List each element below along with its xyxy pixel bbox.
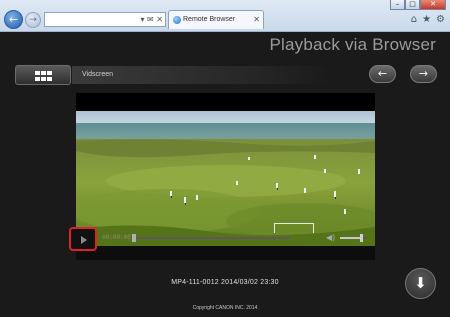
window-controls: – □ ✕ bbox=[390, 0, 446, 10]
copyright: Copyright CANON INC. 2014 bbox=[192, 305, 258, 311]
minimize-button[interactable]: – bbox=[390, 0, 405, 10]
page-title: Playback via Browser bbox=[269, 35, 436, 54]
volume-handle[interactable] bbox=[360, 234, 364, 242]
browser-tab[interactable]: Remote Browser ✕ bbox=[168, 10, 264, 29]
current-file-label: Vidscreen bbox=[72, 66, 332, 84]
maximize-button[interactable]: □ bbox=[405, 0, 420, 10]
back-arrow-icon[interactable]: ← bbox=[4, 10, 23, 29]
download-button[interactable]: ⬇ bbox=[405, 268, 436, 299]
play-button[interactable] bbox=[69, 227, 97, 251]
file-info: MP4-111-0012 2014/03/02 23:30 bbox=[171, 279, 279, 286]
favorites-star-icon[interactable]: ★ bbox=[422, 15, 431, 25]
golf-course-scene bbox=[76, 111, 375, 246]
seek-handle[interactable] bbox=[132, 234, 136, 242]
tab-close-icon[interactable]: ✕ bbox=[253, 11, 260, 29]
address-tools-icon[interactable]: ▾ ✉ ✕ bbox=[140, 13, 163, 26]
settings-gear-icon[interactable]: ⚙ bbox=[436, 15, 445, 25]
video-frame[interactable] bbox=[76, 111, 375, 246]
play-icon bbox=[81, 236, 87, 244]
volume-fill bbox=[340, 237, 363, 239]
seek-bar[interactable] bbox=[132, 234, 290, 242]
previous-file-button[interactable]: ← bbox=[369, 65, 396, 83]
address-bar[interactable]: ▾ ✉ ✕ bbox=[44, 12, 166, 27]
timecode: 00:00:00 bbox=[102, 234, 131, 241]
ie-page-icon bbox=[173, 16, 181, 24]
browser-chrome: – □ ✕ ← → ▾ ✉ ✕ Remote Browser ✕ ⌂ ★ ⚙ bbox=[0, 0, 450, 32]
close-window-button[interactable]: ✕ bbox=[420, 0, 446, 10]
volume-icon[interactable]: ◀) bbox=[326, 233, 335, 242]
browser-toolbar-icons: ⌂ ★ ⚙ bbox=[411, 15, 445, 25]
player-controls: 00:00:00 ◀) bbox=[69, 227, 375, 260]
tab-title: Remote Browser bbox=[183, 16, 236, 23]
video-player: 00:00:00 ◀) bbox=[69, 93, 375, 260]
home-icon[interactable]: ⌂ bbox=[411, 15, 417, 25]
navigation-row: Vidscreen ← → bbox=[0, 62, 450, 88]
index-grid-button[interactable] bbox=[15, 65, 71, 85]
grid-icon bbox=[35, 71, 53, 81]
next-file-button[interactable]: → bbox=[410, 65, 437, 83]
volume-slider[interactable] bbox=[340, 234, 366, 242]
forward-arrow-icon[interactable]: → bbox=[25, 12, 41, 28]
